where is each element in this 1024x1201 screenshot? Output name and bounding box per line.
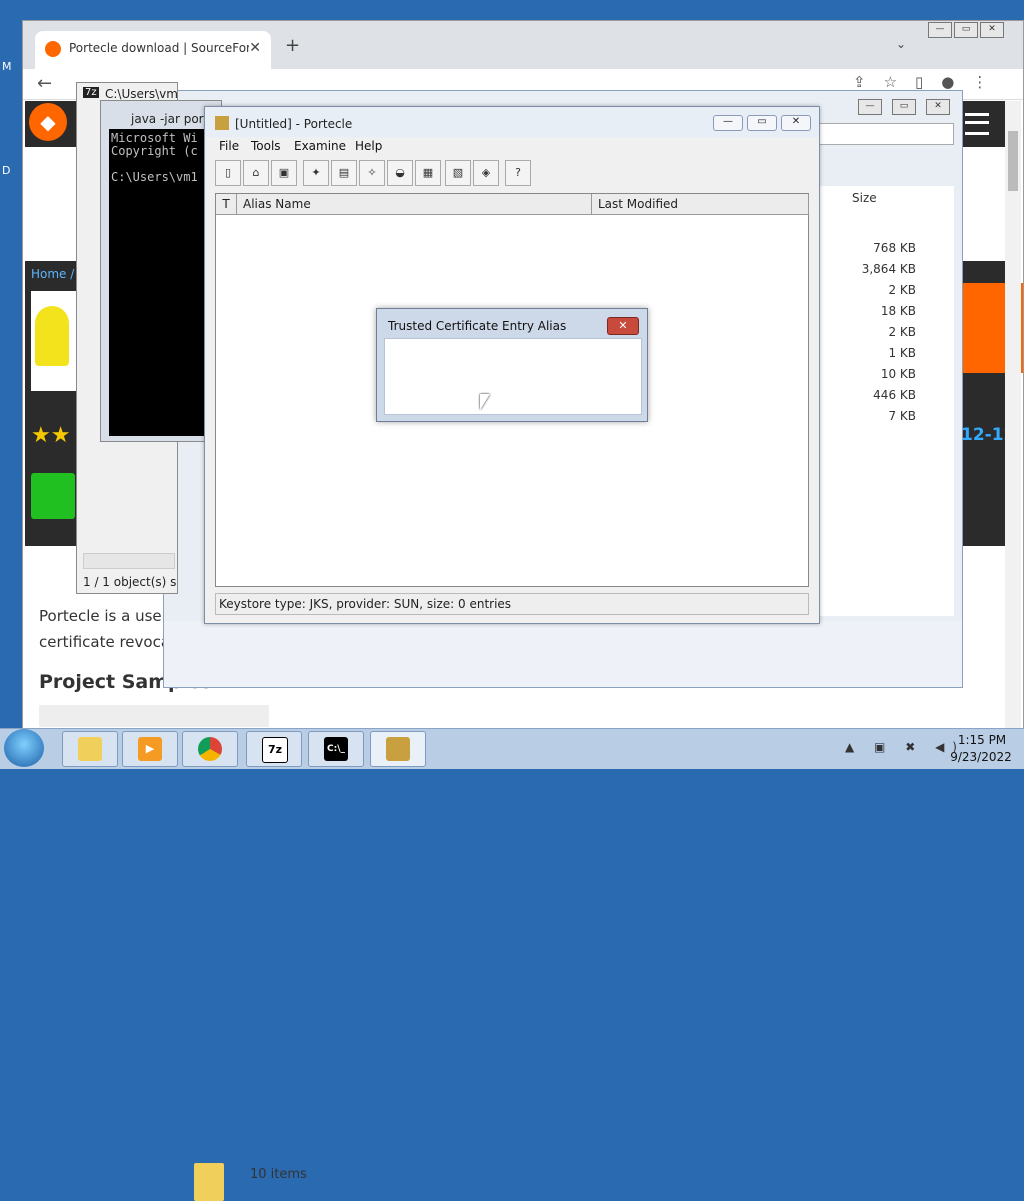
browser-toolbar-icons[interactable]: ⇪☆▯●⋮: [853, 73, 1005, 91]
maximize-button[interactable]: ▭: [954, 22, 978, 38]
folder-icon: [194, 1163, 224, 1201]
sample-screenshot-thumbnail[interactable]: [39, 705, 269, 727]
import-trusted-cert-icon[interactable]: ▤: [331, 160, 357, 186]
project-description-line: Portecle is a user f: [39, 607, 178, 625]
horizontal-scrollbar[interactable]: [83, 553, 175, 569]
file-size: 2 KB: [888, 283, 916, 297]
new-tab-button[interactable]: +: [285, 35, 300, 56]
scrollbar-thumb[interactable]: [1008, 131, 1018, 191]
status-text: Keystore type: JKS, provider: SUN, size:…: [219, 597, 512, 611]
file-size: 1 KB: [888, 346, 916, 360]
sourceforge-favicon-icon: [45, 41, 61, 57]
search-input[interactable]: [807, 123, 954, 145]
taskbar-chrome[interactable]: [182, 731, 238, 767]
tab-title: Portecle download | SourceForge: [69, 41, 249, 55]
examine-cert-icon[interactable]: ▧: [445, 160, 471, 186]
taskbar-7zip[interactable]: 7z: [246, 731, 302, 767]
close-tab-icon[interactable]: ✕: [249, 40, 261, 56]
download-button[interactable]: [31, 473, 75, 519]
chrome-icon: [198, 737, 222, 761]
file-size: 18 KB: [880, 304, 916, 318]
folder-icon: [78, 737, 102, 761]
window-title: [Untitled] - Portecle: [235, 117, 353, 131]
back-button[interactable]: ←: [37, 73, 52, 94]
close-button[interactable]: ✕: [926, 99, 950, 115]
close-button[interactable]: ✕: [607, 317, 639, 335]
maximize-button[interactable]: ▭: [747, 115, 777, 131]
project-description-line: certificate revocat: [39, 633, 176, 651]
minimize-button[interactable]: —: [928, 22, 952, 38]
explorer-details-pane: 10 items: [164, 621, 962, 1201]
rating-stars: ★★: [31, 423, 71, 448]
alias-dialog: Trusted Certificate Entry Alias ✕: [376, 308, 648, 422]
menu-file[interactable]: File: [219, 139, 239, 153]
title-bar[interactable]: [Untitled] - Portecle — ▭ ✕: [205, 107, 819, 137]
mouse-cursor-icon: [480, 394, 490, 410]
clock-time[interactable]: 1:15 PM: [952, 733, 1012, 747]
media-player-icon: ▶: [138, 737, 162, 761]
window-title: java -jar porte: [131, 112, 216, 126]
maximize-button[interactable]: ▭: [892, 99, 916, 115]
file-size: 2 KB: [888, 325, 916, 339]
open-keystore-icon[interactable]: ⌂: [243, 160, 269, 186]
file-size: 3,864 KB: [861, 262, 916, 276]
alias-name-column-header[interactable]: Alias Name: [237, 194, 592, 215]
import-keypair-icon[interactable]: ✧: [359, 160, 385, 186]
page-scrollbar[interactable]: [1005, 101, 1021, 729]
file-size: 7 KB: [888, 409, 916, 423]
tab-search-chevron-icon[interactable]: ⌄: [896, 37, 906, 51]
help-icon[interactable]: ?: [505, 160, 531, 186]
sevenzip-icon: 7z: [83, 87, 99, 98]
menu-examine[interactable]: Examine: [294, 139, 346, 153]
browser-tab[interactable]: Portecle download | SourceForge ✕: [35, 31, 271, 69]
key-icon: [35, 306, 69, 366]
items-count: 10 items: [250, 1167, 307, 1182]
minimize-button[interactable]: —: [858, 99, 882, 115]
taskbar-portecle[interactable]: [370, 731, 426, 767]
generate-keypair-icon[interactable]: ✦: [303, 160, 329, 186]
new-keystore-icon[interactable]: ▯: [215, 160, 241, 186]
hamburger-menu-icon[interactable]: [965, 113, 989, 135]
file-size: 768 KB: [873, 241, 916, 255]
minimize-button[interactable]: —: [713, 115, 743, 131]
tab-strip: Portecle download | SourceForge ✕ + ⌄: [23, 21, 1023, 69]
desktop-icon-label: M: [2, 60, 12, 73]
status-text: 1 / 1 object(s) s: [83, 575, 177, 589]
file-size: 446 KB: [873, 388, 916, 402]
size-column-header[interactable]: Size: [852, 191, 877, 205]
menu-bar: File Tools Examine Help: [205, 137, 819, 157]
menu-tools[interactable]: Tools: [251, 139, 281, 153]
type-column-header[interactable]: T: [216, 194, 237, 215]
start-button[interactable]: [4, 729, 44, 767]
desktop-icon-label: D: [2, 164, 11, 177]
set-password-icon[interactable]: ◒: [387, 160, 413, 186]
file-size: 10 KB: [880, 367, 916, 381]
status-bar: Keystore type: JKS, provider: SUN, size:…: [215, 593, 809, 615]
save-keystore-icon[interactable]: ▣: [271, 160, 297, 186]
taskbar-cmd[interactable]: C:\_: [308, 731, 364, 767]
last-modified-column-header[interactable]: Last Modified: [592, 194, 809, 215]
keystore-report-icon[interactable]: ▦: [415, 160, 441, 186]
cmd-icon: C:\_: [324, 737, 348, 761]
taskbar-media-player[interactable]: ▶: [122, 731, 178, 767]
dialog-title: Trusted Certificate Entry Alias: [388, 319, 567, 333]
portecle-icon: [386, 737, 410, 761]
dialog-body: [384, 338, 642, 415]
close-button[interactable]: ✕: [781, 115, 811, 131]
clock-date[interactable]: 9/23/2022: [946, 750, 1016, 764]
window-title: C:\Users\vm: [105, 87, 178, 101]
taskbar-explorer[interactable]: [62, 731, 118, 767]
examine-csr-icon[interactable]: ◈: [473, 160, 499, 186]
sourceforge-logo-icon[interactable]: ◆: [29, 103, 67, 141]
sevenzip-icon: 7z: [262, 737, 288, 763]
menu-help[interactable]: Help: [355, 139, 382, 153]
portecle-app-icon: [215, 116, 229, 130]
close-button[interactable]: ✕: [980, 22, 1004, 38]
